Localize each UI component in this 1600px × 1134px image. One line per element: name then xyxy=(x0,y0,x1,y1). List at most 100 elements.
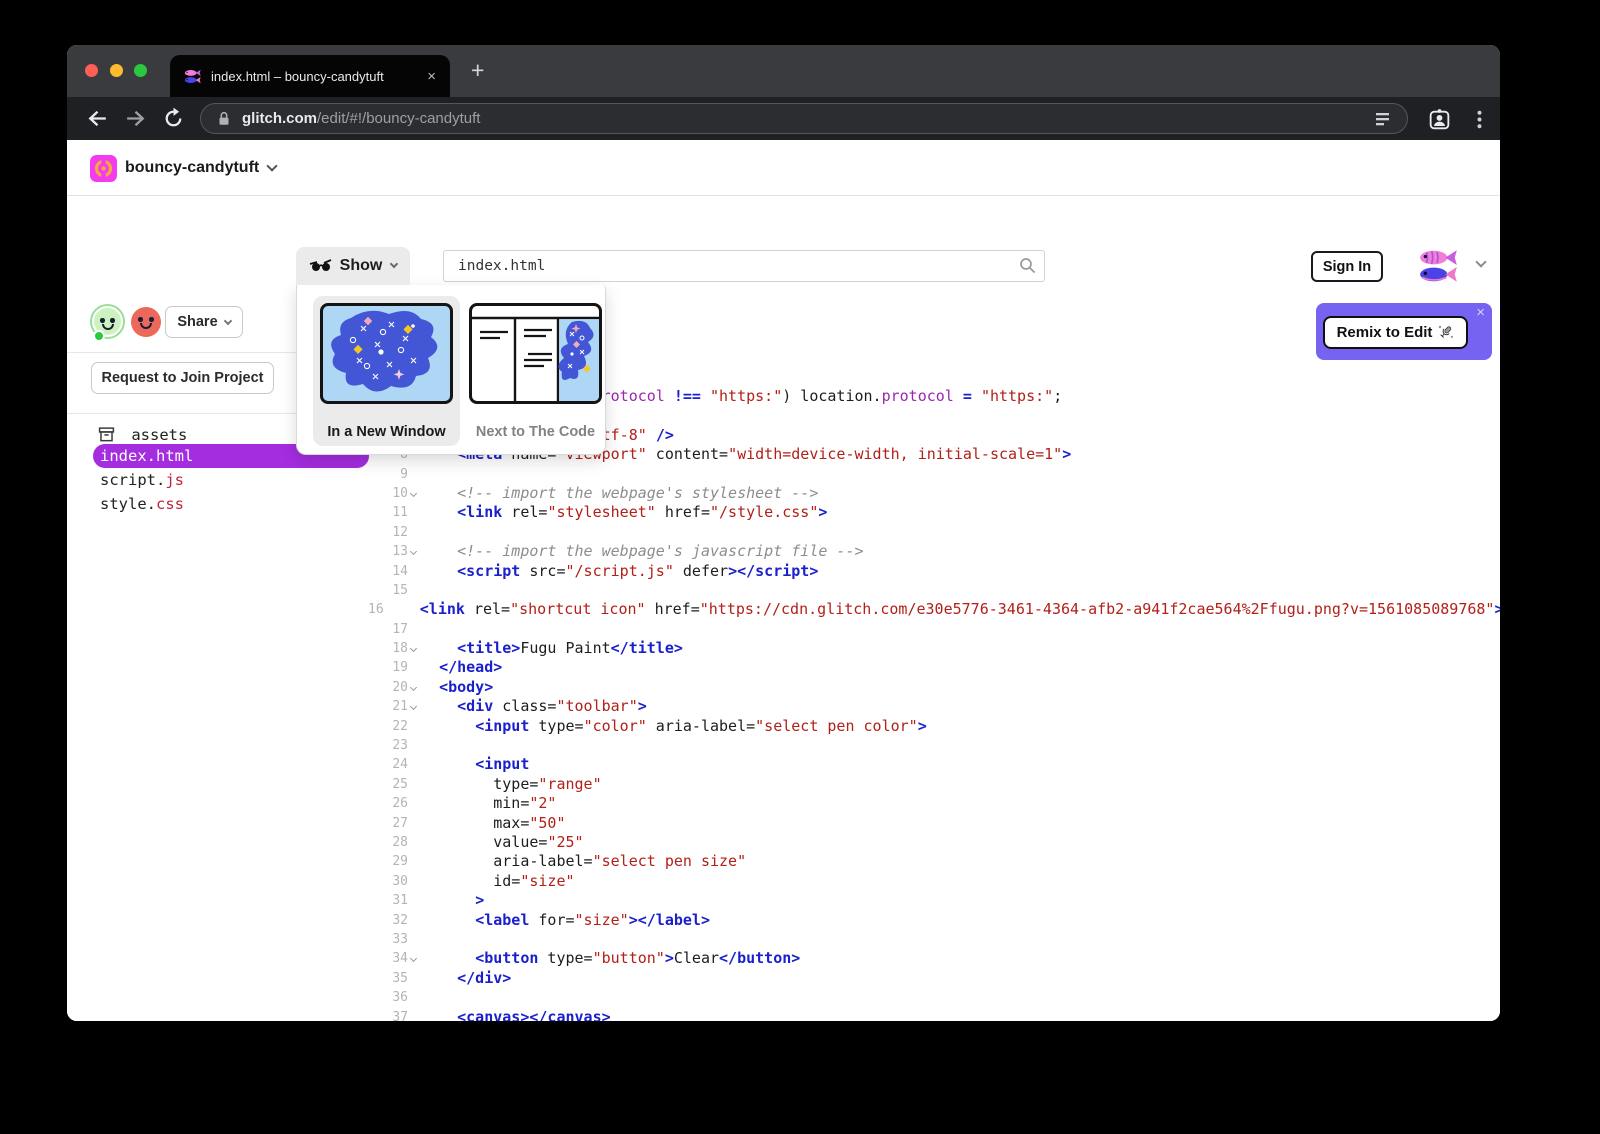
code-text: <link rel="shortcut icon" href="https://… xyxy=(384,600,1500,619)
fold-gutter xyxy=(408,503,421,522)
code-text: <input xyxy=(421,755,529,774)
file-name: style. xyxy=(100,495,156,513)
code-line[interactable]: 27 max="50" xyxy=(368,814,1500,833)
code-line[interactable]: 34 <button type="button">Clear</button> xyxy=(368,949,1500,968)
banner-close-icon[interactable]: × xyxy=(1476,304,1485,321)
code-text: <body> xyxy=(421,678,493,697)
reader-mode-icon[interactable] xyxy=(1373,109,1393,129)
code-text: <!-- import the webpage's javascript fil… xyxy=(421,542,864,561)
line-number: 10 xyxy=(368,484,408,503)
code-line[interactable]: 19 </head> xyxy=(368,658,1500,677)
url-bar[interactable]: glitch.com/edit/#!/bouncy-candytuft xyxy=(200,103,1408,134)
show-button[interactable]: Show xyxy=(296,247,410,285)
line-number: 30 xyxy=(368,872,408,891)
zoom-window-button[interactable] xyxy=(134,64,147,77)
code-line[interactable]: 37 <canvas></canvas> xyxy=(368,1008,1500,1022)
sign-in-button[interactable]: Sign In xyxy=(1311,251,1383,282)
code-line[interactable]: 10 <!-- import the webpage's stylesheet … xyxy=(368,484,1500,503)
tab-close-icon[interactable]: × xyxy=(427,68,436,85)
minimize-window-button[interactable] xyxy=(110,64,123,77)
remix-to-edit-button[interactable]: Remix to Edit xyxy=(1323,316,1468,349)
file-item-script-js[interactable]: script.js xyxy=(100,468,184,492)
code-line[interactable]: 16 <link rel="shortcut icon" href="https… xyxy=(368,600,1500,619)
line-number: 26 xyxy=(368,794,408,813)
desktop: { "browser": { "tab_title": "index.html … xyxy=(0,0,1600,1134)
browser-tab[interactable]: index.html – bouncy-candytuft × xyxy=(170,55,450,97)
project-name-menu[interactable]: bouncy-candytuft xyxy=(125,140,276,196)
fold-chevron-icon[interactable] xyxy=(408,949,421,968)
code-text: <script src="/script.js" defer></script> xyxy=(421,562,818,581)
profile-icon[interactable] xyxy=(1427,107,1452,132)
code-text: <canvas></canvas> xyxy=(421,1008,611,1022)
code-text: <link rel="stylesheet" href="/style.css"… xyxy=(421,503,827,522)
code-line[interactable]: 11 <link rel="stylesheet" href="/style.c… xyxy=(368,503,1500,522)
code-line[interactable]: 29 aria-label="select pen size" xyxy=(368,852,1500,871)
code-line[interactable]: 28 value="25" xyxy=(368,833,1500,852)
fold-gutter xyxy=(408,969,421,988)
code-line[interactable]: 21 <div class="toolbar"> xyxy=(368,697,1500,716)
code-line[interactable]: 15 xyxy=(368,581,1500,600)
code-text: max="50" xyxy=(421,814,566,833)
file-name: script. xyxy=(100,471,165,489)
code-line[interactable]: 36 xyxy=(368,988,1500,1007)
project-name: bouncy-candytuft xyxy=(125,159,259,177)
file-search-input[interactable] xyxy=(443,250,1045,282)
fold-gutter xyxy=(408,755,421,774)
code-line[interactable]: 26 min="2" xyxy=(368,794,1500,813)
code-line[interactable]: 23 xyxy=(368,736,1500,755)
code-line[interactable]: 24 <input xyxy=(368,755,1500,774)
file-item-style-css[interactable]: style.css xyxy=(100,492,184,516)
menu-option-label: Next to The Code xyxy=(469,424,602,440)
code-line[interactable]: 13 <!-- import the webpage's javascript … xyxy=(368,542,1500,561)
line-number: 17 xyxy=(368,620,408,639)
code-line[interactable]: 35 </div> xyxy=(368,969,1500,988)
code-text: <label for="size"></label> xyxy=(421,911,710,930)
code-line[interactable]: 20 <body> xyxy=(368,678,1500,697)
fold-gutter xyxy=(408,794,421,813)
fold-gutter xyxy=(408,833,421,852)
code-text: aria-label="select pen size" xyxy=(421,852,746,871)
code-line[interactable]: 22 <input type="color" aria-label="selec… xyxy=(368,717,1500,736)
fold-chevron-icon[interactable] xyxy=(408,542,421,561)
back-icon[interactable] xyxy=(85,106,110,131)
code-line[interactable]: 30 id="size" xyxy=(368,872,1500,891)
tab-title: index.html – bouncy-candytuft xyxy=(211,69,419,84)
menu-option-new-window[interactable]: In a New Window xyxy=(313,296,460,446)
reload-icon[interactable] xyxy=(161,106,186,131)
collaborator-avatar-red[interactable] xyxy=(131,307,161,337)
code-editor[interactable]: 5 if (location.protocol !== "https:") lo… xyxy=(368,387,1500,1021)
fold-chevron-icon[interactable] xyxy=(408,484,421,503)
share-button[interactable]: Share xyxy=(165,306,243,338)
code-text: <!-- import the webpage's stylesheet --> xyxy=(421,484,818,503)
user-avatar-fish-icon[interactable] xyxy=(1418,246,1460,286)
code-text: <title>Fugu Paint</title> xyxy=(421,639,683,658)
fold-gutter xyxy=(408,814,421,833)
code-line[interactable]: 14 <script src="/script.js" defer></scri… xyxy=(368,562,1500,581)
glitch-logo-icon[interactable] xyxy=(90,155,117,182)
code-text: min="2" xyxy=(421,794,556,813)
code-line[interactable]: 12 xyxy=(368,523,1500,542)
code-line[interactable]: 9 xyxy=(368,465,1500,484)
menu-option-next-to-code[interactable]: Next to The Code xyxy=(469,296,602,446)
line-number: 11 xyxy=(368,503,408,522)
code-line[interactable]: 32 <label for="size"></label> xyxy=(368,911,1500,930)
menu-dots-icon[interactable] xyxy=(1467,107,1492,132)
close-window-button[interactable] xyxy=(85,64,98,77)
code-line[interactable]: 33 xyxy=(368,930,1500,949)
code-text: id="size" xyxy=(421,872,575,891)
code-line[interactable]: 17 xyxy=(368,620,1500,639)
code-text: value="25" xyxy=(421,833,584,852)
code-line[interactable]: 18 <title>Fugu Paint</title> xyxy=(368,639,1500,658)
forward-icon[interactable] xyxy=(123,106,148,131)
search-icon xyxy=(1019,257,1036,274)
fold-gutter xyxy=(408,562,421,581)
fold-chevron-icon[interactable] xyxy=(408,678,421,697)
show-dropdown-menu: In a New Window xyxy=(296,285,606,455)
line-number: 25 xyxy=(368,775,408,794)
code-line[interactable]: 31 > xyxy=(368,891,1500,910)
fold-chevron-icon[interactable] xyxy=(408,697,421,716)
new-tab-button[interactable]: + xyxy=(471,57,484,84)
request-to-join-button[interactable]: Request to Join Project xyxy=(91,362,274,394)
code-line[interactable]: 25 type="range" xyxy=(368,775,1500,794)
fold-chevron-icon[interactable] xyxy=(408,639,421,658)
